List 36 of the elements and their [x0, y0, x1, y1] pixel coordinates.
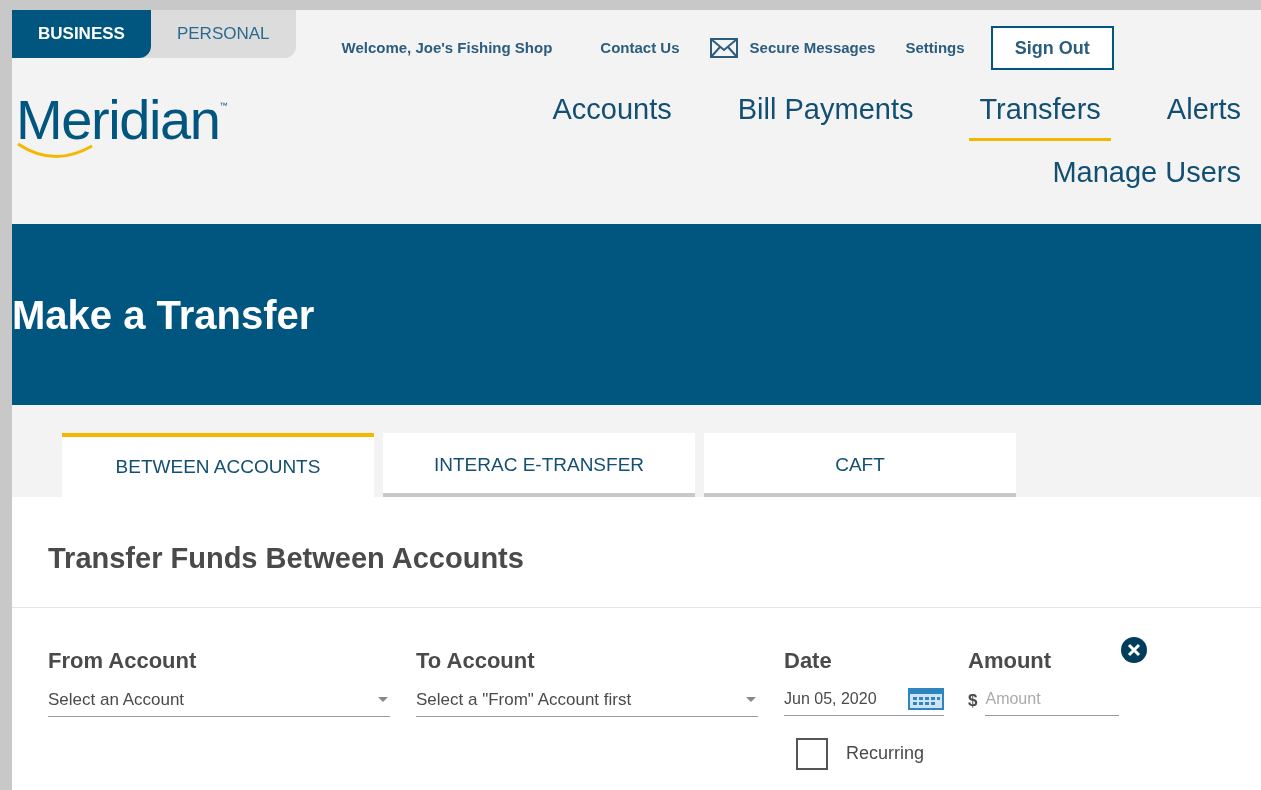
header-link[interactable]: Contact Us — [600, 36, 680, 60]
logo-text: Meridian — [16, 92, 220, 148]
account-dropdown[interactable]: Select a "From" Account first — [416, 686, 758, 717]
dropdown-caret-icon — [378, 696, 388, 702]
trademark-mark: ™ — [219, 100, 228, 112]
welcome-text: Welcome, Joe's Fishing Shop — [341, 37, 553, 58]
checkbox-label: Recurring — [846, 742, 925, 765]
account-dropdown[interactable]: Select an Account — [48, 686, 390, 717]
field-label: Date — [784, 646, 833, 675]
calendar-icon — [908, 687, 944, 710]
smile-swoosh-icon — [16, 142, 94, 160]
close-icon[interactable] — [1120, 635, 1148, 664]
transfer-tab[interactable]: BETWEEN ACCOUNTS — [62, 433, 374, 497]
date-field[interactable]: Jun 05, 2020 — [784, 686, 944, 716]
currency-symbol: $ — [968, 690, 978, 713]
dropdown-caret-icon — [746, 696, 756, 702]
segment-tab[interactable]: BUSINESS — [12, 10, 151, 58]
nav-link[interactable]: Alerts — [1156, 88, 1251, 141]
nav-link[interactable]: Manage Users — [1042, 150, 1251, 203]
recurring-checkbox[interactable] — [796, 737, 828, 770]
sign-out-button[interactable]: Sign Out — [990, 26, 1114, 70]
nav-link[interactable]: Bill Payments — [727, 88, 924, 141]
transfer-tab[interactable]: CAFT — [704, 433, 1016, 497]
header-link[interactable]: Settings — [905, 36, 965, 60]
section-title: Transfer Funds Between Accounts — [47, 541, 525, 576]
field-label: Amount — [968, 646, 1053, 675]
nav-link[interactable]: Accounts — [542, 88, 682, 141]
transfer-tab[interactable]: INTERAC E-TRANSFER — [383, 433, 695, 497]
field-label: To Account — [416, 646, 536, 675]
secure-messages-link[interactable]: Secure Messages — [709, 36, 876, 60]
page-title: Make a Transfer — [12, 291, 315, 339]
amount-field[interactable]: Amount — [985, 686, 1120, 716]
nav-link[interactable]: Transfers — [969, 88, 1111, 141]
meridian-logo[interactable]: Meridian™ — [16, 92, 228, 160]
envelope-icon — [709, 38, 738, 58]
field-label: From Account — [48, 646, 198, 675]
